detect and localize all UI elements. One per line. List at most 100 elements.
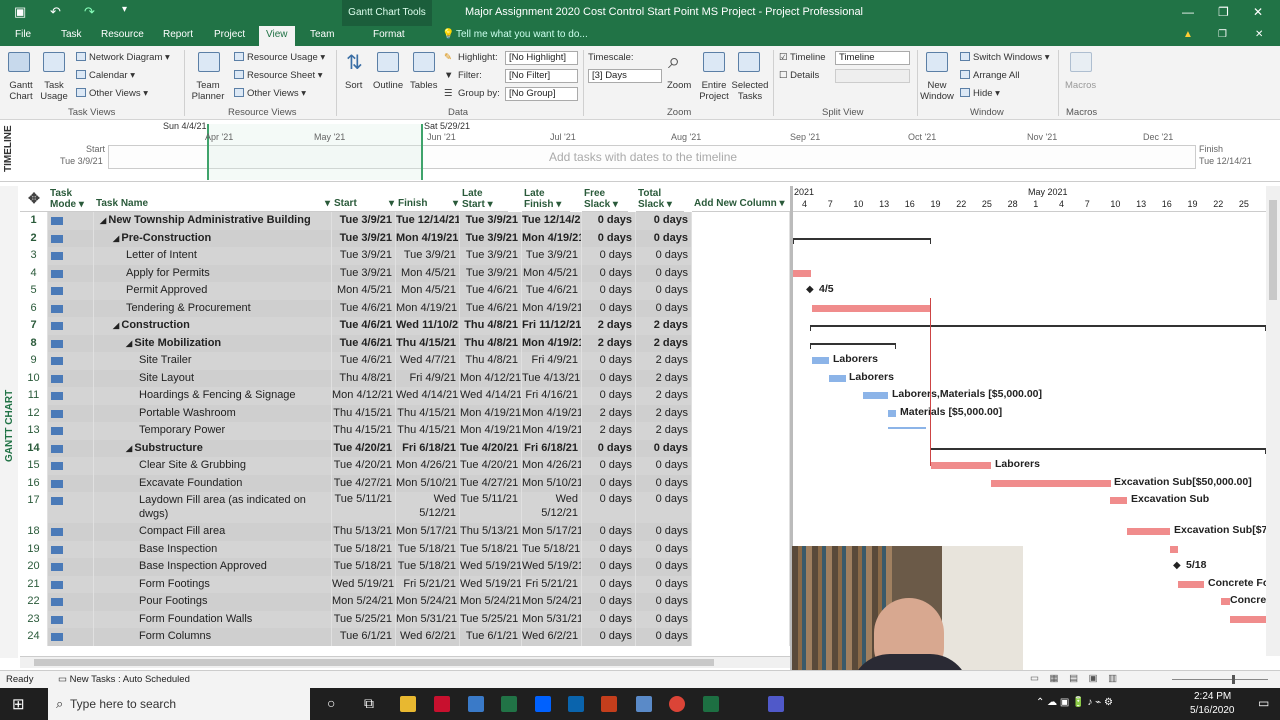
add-new-cell[interactable] [692,593,790,611]
free-slack-cell[interactable]: 0 days [582,212,636,230]
table-row[interactable]: 22 Pour Footings Mon 5/24/21 Mon 5/24/21 Mon… [20,593,790,611]
total-slack-cell[interactable]: 0 days [636,282,692,300]
task-bar-excavate[interactable] [991,479,1111,487]
total-slack-cell[interactable]: 0 days [636,492,692,523]
sheet-horizontal-scrollbar[interactable] [20,656,790,668]
start-cell[interactable]: Tue 3/9/21 [332,212,396,230]
selected-tasks-icon[interactable] [738,52,760,72]
row-id[interactable]: 21 [20,575,48,593]
start-cell[interactable]: Mon 5/24/21 [332,593,396,611]
network-diagram-button[interactable]: Network Diagram ▾ [76,52,170,63]
table-row[interactable]: 6 Tendering & Procurement Tue 4/6/21 Mon 4/… [20,299,790,317]
late-start-cell[interactable]: Thu 4/8/21 [460,317,522,335]
start-cell[interactable]: Tue 5/18/21 [332,540,396,558]
select-all-icon[interactable]: ✥ [20,186,48,212]
filter-select[interactable]: [No Filter] [505,69,578,83]
tables-button[interactable]: Tables [410,80,437,91]
timeline-checkbox[interactable]: ☑ Timeline [779,52,826,63]
task-name-cell[interactable]: Base Inspection [94,540,332,558]
late-finish-cell[interactable]: Wed 6/2/21 [522,628,582,646]
free-slack-cell[interactable]: 0 days [582,474,636,492]
free-slack-cell[interactable]: 0 days [582,352,636,370]
table-row[interactable]: 16 Excavate Foundation Tue 4/27/21 Mon 5/10… [20,474,790,492]
late-start-cell[interactable]: Wed 5/19/21 [460,575,522,593]
free-slack-cell[interactable]: 0 days [582,369,636,387]
task-name-cell[interactable]: ◢ Construction [94,317,332,335]
late-finish-cell[interactable]: Mon 4/5/21 [522,264,582,282]
task-name-cell[interactable]: Temporary Power [94,422,332,440]
late-finish-cell[interactable]: Tue 5/18/21 [522,540,582,558]
total-slack-cell[interactable]: 0 days [636,439,692,457]
free-slack-cell[interactable]: 0 days [582,593,636,611]
row-id[interactable]: 2 [20,229,48,247]
table-row[interactable]: 21 Form Footings Wed 5/19/21 Fri 5/21/21 Wed… [20,575,790,593]
free-slack-cell[interactable]: 0 days [582,229,636,247]
add-new-cell[interactable] [692,317,790,335]
timeline-pane[interactable]: Start Tue 3/9/21 Finish Tue 12/14/21 Sun… [0,120,1280,182]
late-finish-cell[interactable]: Mon 4/19/21 [522,334,582,352]
milestone-base-approved-icon[interactable]: ◆ [1173,560,1181,571]
task-name-cell[interactable]: ◢ Substructure [94,439,332,457]
table-row[interactable]: 15 Clear Site & Grubbing Tue 4/20/21 Mon 4/… [20,457,790,475]
teams-icon[interactable] [768,696,784,712]
row-id[interactable]: 10 [20,369,48,387]
free-slack-cell[interactable]: 0 days [582,540,636,558]
finish-cell[interactable]: Mon 4/5/21 [396,282,460,300]
finish-cell[interactable]: Tue 5/18/21 [396,540,460,558]
calendar-button[interactable]: Calendar ▾ [76,70,135,81]
total-slack-cell[interactable]: 0 days [636,558,692,576]
row-id[interactable]: 24 [20,628,48,646]
row-id[interactable]: 16 [20,474,48,492]
acrobat-icon[interactable] [434,696,450,712]
file-explorer-icon[interactable] [400,696,416,712]
late-finish-cell[interactable]: Fri 4/16/21 [522,387,582,405]
table-row[interactable]: 11 Hoardings & Fencing & Signage Mon 4/12/… [20,387,790,405]
zoom-slider[interactable] [1172,679,1268,680]
total-slack-cell[interactable]: 0 days [636,229,692,247]
free-slack-cell[interactable]: 0 days [582,492,636,523]
free-slack-cell[interactable]: 0 days [582,575,636,593]
entire-project-icon[interactable] [703,52,725,72]
col-finish[interactable]: Finish ▾ [396,186,460,212]
table-row[interactable]: 20 Base Inspection Approved Tue 5/18/21 Tue… [20,558,790,576]
finish-cell[interactable]: Wed 4/14/21 [396,387,460,405]
add-new-cell[interactable] [692,334,790,352]
finish-cell[interactable]: Tue 3/9/21 [396,247,460,265]
task-bar-hoardings[interactable] [863,392,888,399]
task-name-cell[interactable]: Base Inspection Approved [94,558,332,576]
add-new-cell[interactable] [692,575,790,593]
col-add-new[interactable]: Add New Column ▾ [692,186,790,212]
task-usage-icon[interactable] [43,52,65,72]
task-view-icon[interactable]: ⧉ [364,695,374,712]
tab-team[interactable]: Team [310,29,334,40]
start-cell[interactable]: Tue 4/6/21 [332,317,396,335]
row-id[interactable]: 3 [20,247,48,265]
task-bar-laydown-fill[interactable] [1110,497,1127,504]
task-mode-icon[interactable] [48,387,94,405]
tab-view[interactable]: View [259,26,295,46]
summary-bar-site-mobilization[interactable] [810,342,896,349]
task-mode-icon[interactable] [48,369,94,387]
task-mode-icon[interactable] [48,404,94,422]
finish-cell[interactable]: Mon 4/19/21 [396,299,460,317]
gantt-vertical-scrollbar[interactable] [1266,186,1280,656]
chrome-icon[interactable] [669,696,685,712]
finish-cell[interactable]: Mon 5/17/21 [396,523,460,541]
task-name-cell[interactable]: Portable Washroom [94,404,332,422]
sort-button[interactable]: Sort [345,80,362,91]
late-finish-cell[interactable]: Mon 5/17/21 [522,523,582,541]
total-slack-cell[interactable]: 0 days [636,474,692,492]
task-mode-icon[interactable] [48,352,94,370]
system-tray-icons[interactable]: ⌃ ☁ ▣ 🔋 ♪ ⌁ ⚙ [1036,697,1113,708]
row-id[interactable]: 13 [20,422,48,440]
finish-cell[interactable]: Tue 5/18/21 [396,558,460,576]
add-new-cell[interactable] [692,229,790,247]
late-finish-cell[interactable]: Mon 5/24/21 [522,593,582,611]
row-id[interactable]: 19 [20,540,48,558]
finish-cell[interactable]: Wed 4/7/21 [396,352,460,370]
new-window-button[interactable]: New Window [918,80,956,102]
finish-cell[interactable]: Mon 4/5/21 [396,264,460,282]
gantt-chart-button[interactable]: Gantt Chart [5,80,37,102]
other-views-resource-button[interactable]: Other Views ▾ [234,88,306,99]
add-new-cell[interactable] [692,610,790,628]
